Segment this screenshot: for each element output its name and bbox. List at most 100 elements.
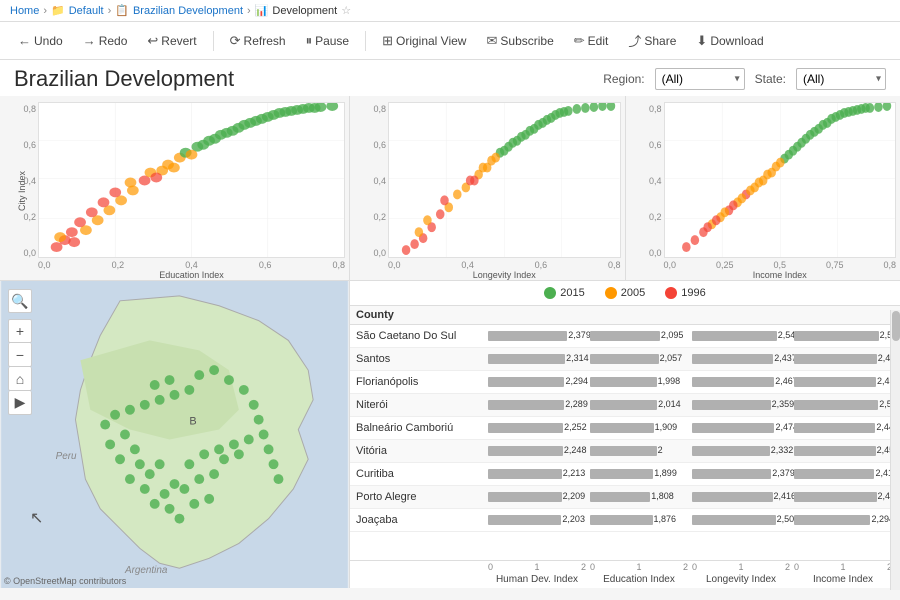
- bar-fill: [488, 400, 564, 410]
- table-row: Joaçaba2,2031,8762,5072,294: [350, 509, 900, 532]
- bar-cell: 2,379: [692, 465, 792, 483]
- table-area: County São Caetano Do Sul2,3792,0952,542…: [350, 306, 900, 588]
- toolbar: ← Undo → Redo ↩ Revert ⟳ Refresh ⏸ Pause…: [0, 22, 900, 60]
- breadcrumb-home[interactable]: Home: [10, 5, 39, 17]
- bar-cell: 2,467: [692, 373, 792, 391]
- bar-fill: [794, 423, 875, 433]
- pause-button[interactable]: ⏸ Pause: [298, 30, 358, 52]
- svg-text:Peru: Peru: [56, 451, 77, 462]
- map-home-button[interactable]: ⌂: [8, 367, 32, 391]
- bar-cell: 2,014: [590, 396, 690, 414]
- download-button[interactable]: ⬇ Download: [688, 30, 771, 52]
- original-view-button[interactable]: ⊞ Original View: [374, 30, 474, 52]
- bar-fill: [488, 492, 562, 502]
- county-name: Porto Alegre: [356, 491, 486, 503]
- chart-income: 0,80,60,40,20,0: [626, 96, 900, 280]
- bar-fill: [692, 331, 777, 341]
- bar-cell: 1,899: [590, 465, 690, 483]
- left-panel: City Index 0,80,60,40,20,0: [0, 96, 350, 588]
- legend-dot-2005: [605, 287, 617, 299]
- axis-tick-group: 012: [792, 562, 894, 572]
- map-zoom-in-button[interactable]: +: [8, 319, 32, 343]
- share-button[interactable]: ⤴ Share: [620, 28, 684, 53]
- bar-fill: [794, 446, 876, 456]
- table-row: Curitiba2,2131,8992,3792,414: [350, 463, 900, 486]
- table-row: Balneário Camboriú2,2521,9092,4742,44: [350, 417, 900, 440]
- bar-cell: 2,332: [692, 442, 792, 460]
- table-row: Santos2,3142,0572,4372,484: [350, 348, 900, 371]
- toolbar-separator-2: [365, 31, 366, 51]
- charts-top-row: 0,80,60,40,20,0: [350, 96, 900, 281]
- view-icon: ⊞: [382, 33, 393, 49]
- share-icon: ⤴: [628, 31, 641, 50]
- bar-fill: [590, 377, 657, 387]
- bar-fill: [794, 515, 870, 525]
- redo-icon: →: [83, 33, 96, 48]
- state-select[interactable]: (All): [796, 68, 886, 90]
- redo-button[interactable]: → Redo: [75, 30, 136, 51]
- axis-tick-group: 012: [486, 562, 588, 572]
- pause-icon: ⏸: [306, 33, 313, 49]
- axis-tick-group: 012: [690, 562, 792, 572]
- subscribe-button[interactable]: ✉ Subscribe: [478, 30, 561, 52]
- filter-row: Region: (All) State: (All): [603, 68, 886, 90]
- edit-button[interactable]: ✏ Edit: [566, 30, 617, 52]
- map-navigate-button[interactable]: ▶: [8, 391, 32, 415]
- table-row: Niterói2,2892,0142,3592,528: [350, 394, 900, 417]
- bar-cell: 2,44: [794, 419, 894, 437]
- bar-fill: [794, 469, 874, 479]
- legend-dot-2015: [544, 287, 556, 299]
- axis-label: Education Index: [588, 574, 690, 585]
- legend-label-1996: 1996: [681, 287, 705, 299]
- legend-2005: 2005: [605, 287, 645, 299]
- map-search-button[interactable]: 🔍: [8, 289, 32, 313]
- bar-fill: [488, 469, 562, 479]
- bar-cell: 1,808: [590, 488, 690, 506]
- map-container[interactable]: Peru Argentina B 🔍 + − ⌂ ▶ ↖ © OpenStree…: [0, 281, 349, 588]
- breadcrumb-default[interactable]: Default: [69, 5, 104, 17]
- table-row: Florianópolis2,2941,9982,4672,461: [350, 371, 900, 394]
- chart-longevity: 0,80,60,40,20,0: [350, 96, 626, 280]
- bar-fill: [488, 446, 563, 456]
- chart-area-edu: [38, 102, 345, 258]
- table-row: Vitória2,24822,3322,45: [350, 440, 900, 463]
- breadcrumb-section[interactable]: Brazilian Development: [133, 5, 243, 17]
- axis-tick-group: 012: [588, 562, 690, 572]
- undo-icon: ←: [18, 33, 31, 48]
- bar-columns-header: [486, 309, 894, 321]
- breadcrumb-current: Development: [272, 5, 337, 17]
- chart-area-lon: [388, 102, 621, 258]
- bar-cell: 2,314: [488, 350, 588, 368]
- download-icon: ⬇: [696, 33, 707, 49]
- bar-cell: 2,289: [488, 396, 588, 414]
- bar-fill: [590, 331, 660, 341]
- county-header: County: [356, 309, 486, 321]
- legend-2015: 2015: [544, 287, 584, 299]
- breadcrumb-star-icon: ☆: [341, 4, 351, 17]
- bar-cell: 2,474: [692, 419, 792, 437]
- undo-button[interactable]: ← Undo: [10, 30, 71, 51]
- bar-cell: 2,542: [692, 327, 792, 345]
- bar-fill: [488, 354, 565, 364]
- scrollbar-thumb[interactable]: [892, 311, 900, 341]
- bar-fill: [794, 377, 876, 387]
- bar-cell: 2: [590, 442, 690, 460]
- bar-cell: 2,379: [488, 327, 588, 345]
- refresh-icon: ⟳: [230, 33, 241, 49]
- region-select[interactable]: (All): [655, 68, 745, 90]
- county-name: Joaçaba: [356, 514, 486, 526]
- county-name: Balneário Camboriú: [356, 422, 486, 434]
- bar-fill: [590, 492, 650, 502]
- svg-text:Argentina: Argentina: [124, 565, 168, 576]
- breadcrumb: Home › 📁 Default › 📋 Brazilian Developme…: [0, 0, 900, 22]
- map-copyright: © OpenStreetMap contributors: [4, 576, 126, 586]
- map-zoom-out-button[interactable]: −: [8, 343, 32, 367]
- bar-cell: 2,359: [692, 396, 792, 414]
- bar-fill: [692, 515, 776, 525]
- region-label: Region:: [603, 72, 644, 86]
- refresh-button[interactable]: ⟳ Refresh: [222, 30, 294, 52]
- legend-label-2015: 2015: [560, 287, 584, 299]
- bar-fill: [692, 446, 770, 456]
- inc-xlabel: Income Index: [664, 270, 897, 280]
- revert-button[interactable]: ↩ Revert: [139, 30, 204, 52]
